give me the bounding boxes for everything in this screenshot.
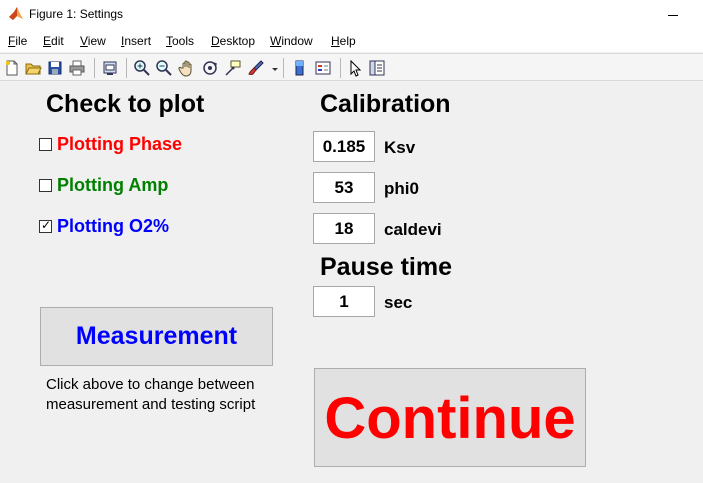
pause-time-unit: sec <box>384 293 413 312</box>
toolbar-separator <box>94 58 95 78</box>
pause-time-input[interactable]: 1 <box>313 286 375 317</box>
caldevi-input[interactable]: 18 <box>313 213 375 244</box>
plotting-phase-label: Plotting Phase <box>57 133 183 154</box>
calibration-heading: Calibration <box>320 90 451 118</box>
mode-hint-text: Click above to change between measuremen… <box>46 375 255 415</box>
menu-window[interactable]: Window <box>270 34 313 48</box>
checkbox-box[interactable] <box>39 137 52 151</box>
toolbar-separator <box>126 58 127 78</box>
toolbar-separator <box>283 58 284 78</box>
menu-file[interactable]: File <box>8 34 27 48</box>
new-figure-icon[interactable] <box>3 59 21 77</box>
menu-insert[interactable]: Insert <box>121 34 151 48</box>
title-bar: Figure 1: Settings <box>0 0 703 30</box>
menu-help[interactable]: Help <box>331 34 356 48</box>
colorbar-icon[interactable] <box>291 59 309 77</box>
continue-button[interactable]: Continue <box>314 368 586 467</box>
plotting-phase-checkbox[interactable]: Plotting Phase <box>39 133 182 155</box>
pan-icon[interactable] <box>178 59 196 77</box>
brush-icon[interactable] <box>247 59 265 77</box>
link-plot-icon[interactable] <box>101 59 119 77</box>
open-file-icon[interactable] <box>24 59 42 77</box>
menu-tools[interactable]: Tools <box>166 34 194 48</box>
measurement-toggle-button[interactable]: Measurement <box>40 307 273 366</box>
data-cursor-icon[interactable] <box>224 59 242 77</box>
ksv-label: Ksv <box>384 138 416 157</box>
matlab-logo-icon <box>8 6 24 22</box>
zoom-out-icon[interactable] <box>155 59 173 77</box>
checkbox-box-checked[interactable] <box>39 218 52 233</box>
plot-section-heading: Check to plot <box>46 90 205 118</box>
save-icon[interactable] <box>46 59 64 77</box>
plotting-o2-label: Plotting O2% <box>57 215 169 236</box>
window-title: Figure 1: Settings <box>29 7 124 21</box>
menu-view[interactable]: View <box>80 34 106 48</box>
phi0-label: phi0 <box>384 179 419 198</box>
menu-bar: File Edit View Insert Tools Desktop Wind… <box>0 30 703 52</box>
toolbar-separator <box>340 58 341 78</box>
figure-toolbar <box>0 53 703 81</box>
hint-line-2: measurement and testing script <box>46 396 256 413</box>
plotting-o2-checkbox[interactable]: Plotting O2% <box>39 215 169 237</box>
menu-desktop[interactable]: Desktop <box>211 34 255 48</box>
plotting-amp-label: Plotting Amp <box>57 174 169 195</box>
edit-plot-icon[interactable] <box>346 59 364 77</box>
caldevi-label: caldevi <box>384 220 442 239</box>
rotate-3d-icon[interactable] <box>201 59 219 77</box>
zoom-in-icon[interactable] <box>133 59 151 77</box>
brush-dropdown-icon[interactable] <box>266 59 278 77</box>
hint-line-1: Click above to change between <box>46 376 255 393</box>
plotting-amp-checkbox[interactable]: Plotting Amp <box>39 174 168 196</box>
checkbox-box[interactable] <box>39 178 52 192</box>
pause-time-heading: Pause time <box>320 253 453 281</box>
legend-icon[interactable] <box>314 59 332 77</box>
ksv-input[interactable]: 0.185 <box>313 131 375 162</box>
phi0-input[interactable]: 53 <box>313 172 375 203</box>
menu-edit[interactable]: Edit <box>43 34 64 48</box>
minimize-button[interactable] <box>658 6 688 24</box>
property-inspector-icon[interactable] <box>368 59 386 77</box>
print-icon[interactable] <box>68 59 86 77</box>
